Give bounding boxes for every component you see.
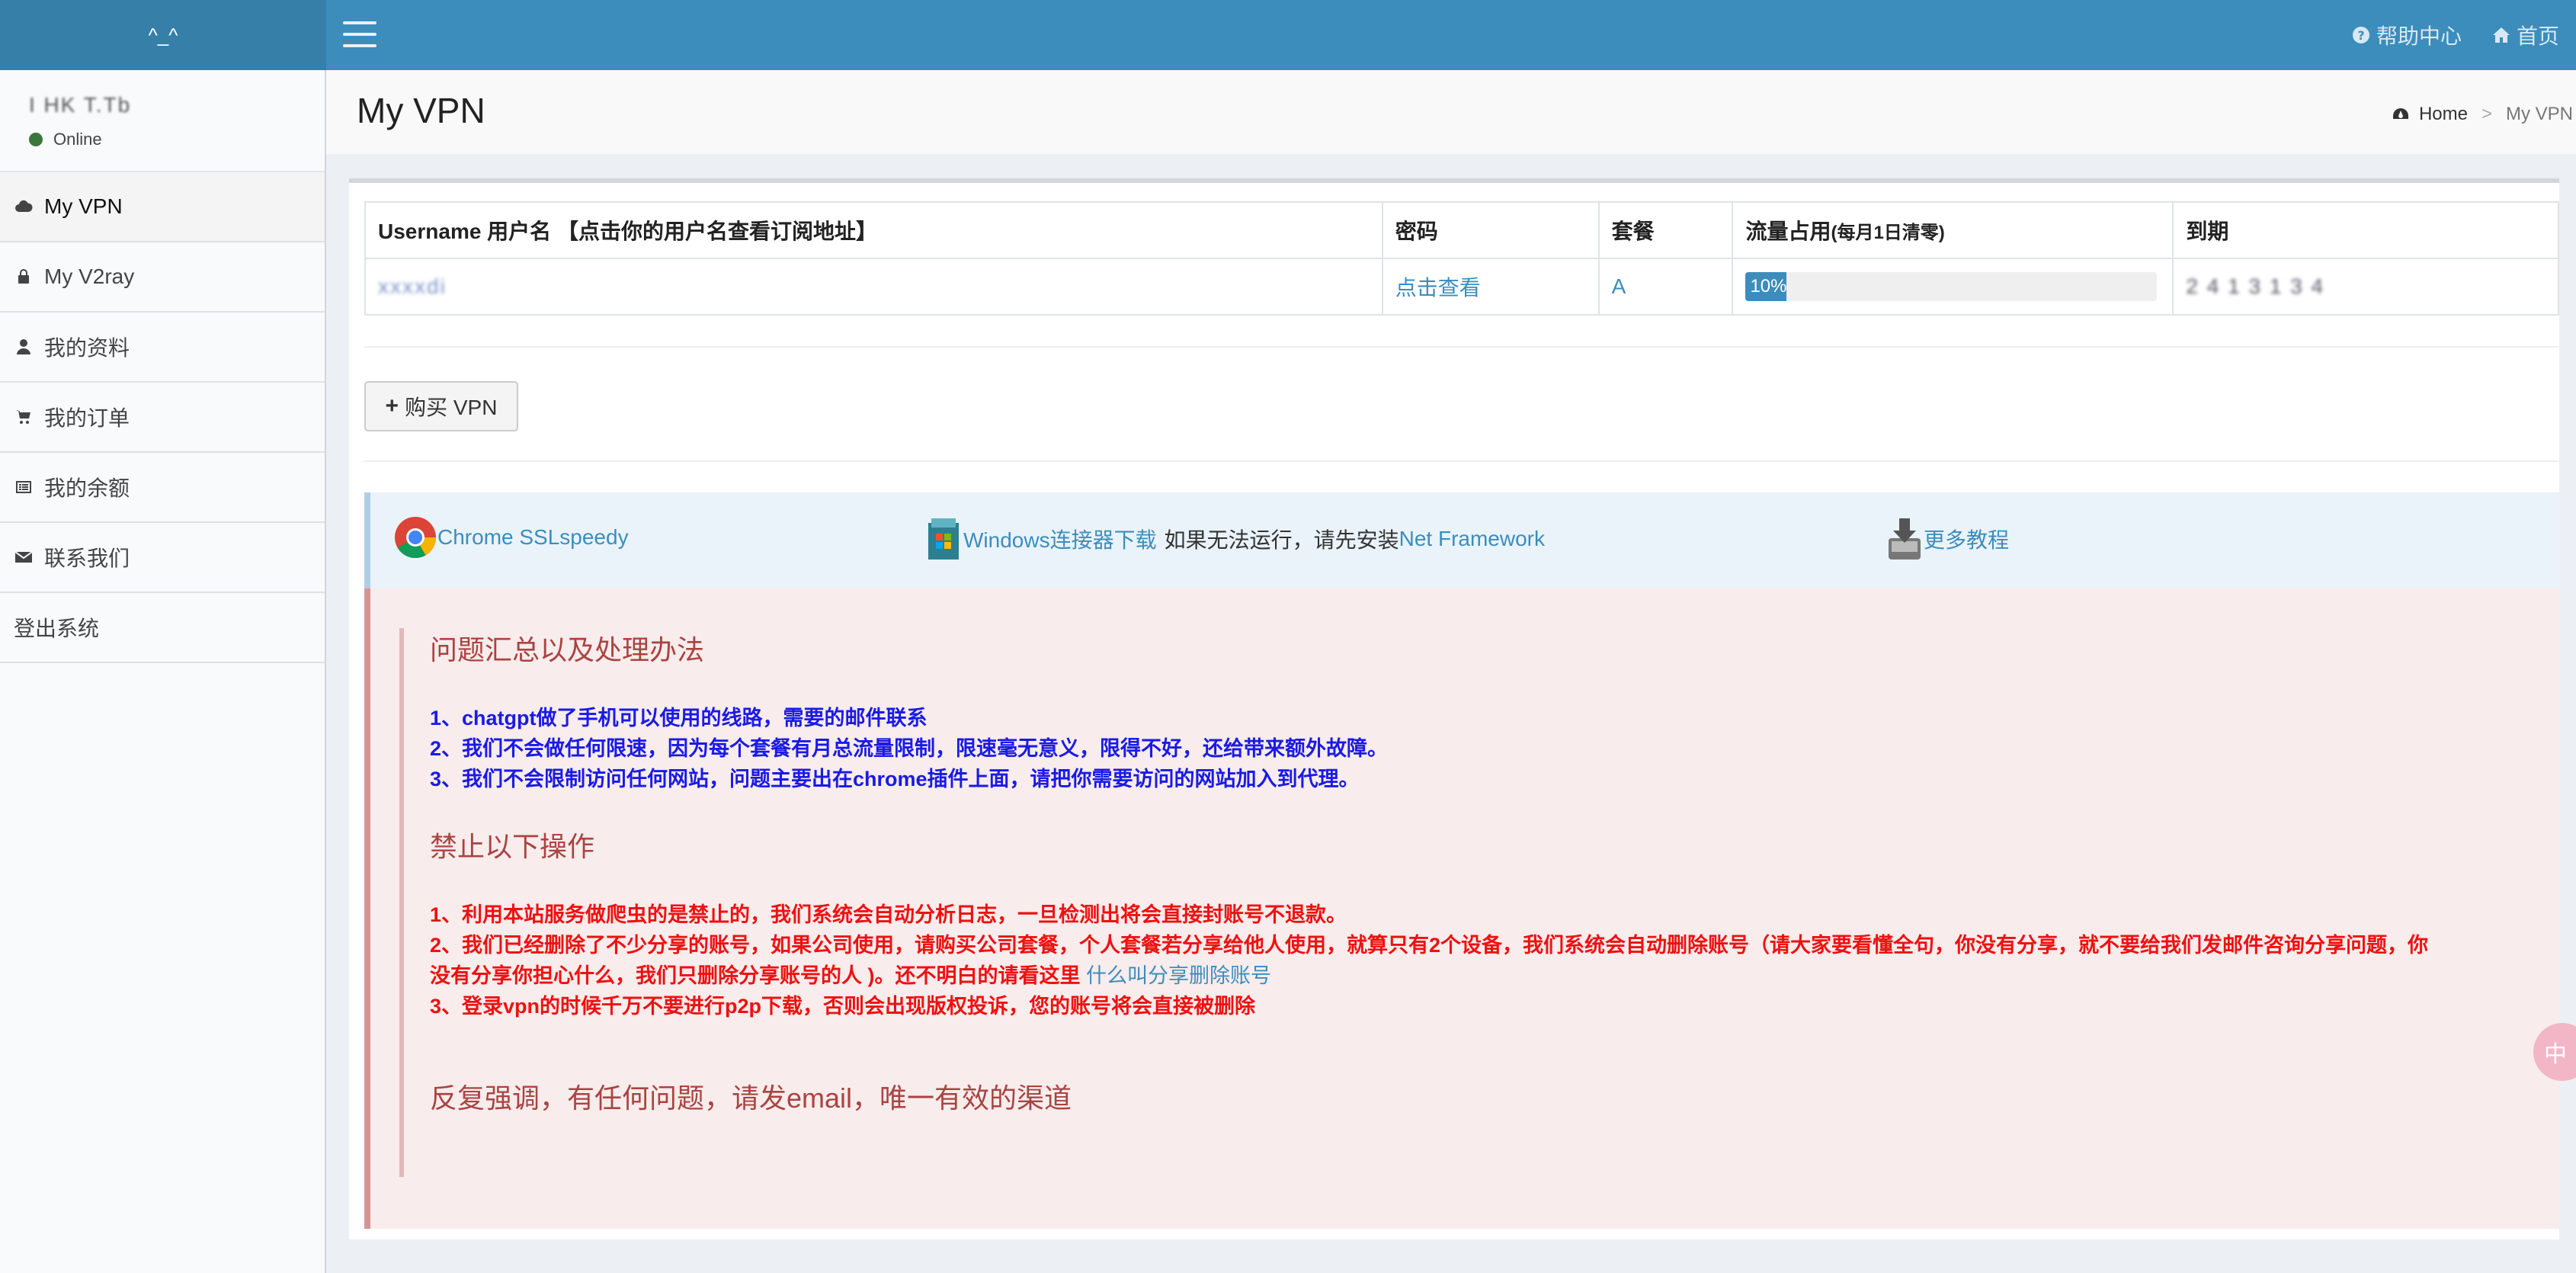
usage-progress-bar: 10%: [1745, 272, 2158, 301]
notice-heading-prohibited: 禁止以下操作: [430, 831, 595, 862]
sidebar-item-label: 我的资料: [44, 336, 130, 360]
sidebar-item-profile[interactable]: 我的资料: [0, 313, 325, 383]
buy-vpn-button[interactable]: + 购买 VPN: [364, 381, 518, 431]
column-header-plan: 套餐: [1597, 201, 1734, 259]
net-framework-link[interactable]: Net Framework: [1399, 527, 1545, 551]
sidebar-item-my-v2ray[interactable]: My V2ray: [0, 242, 325, 313]
sidebar-toggle-icon[interactable]: [343, 21, 376, 47]
home-icon: [2492, 27, 2510, 43]
top-links: ? 帮助中心 首页: [2352, 0, 2559, 70]
vpn-table: Username 用户名 【点击你的用户名查看订阅地址】 密码 套餐 流量占用(…: [364, 201, 2559, 316]
notice-prohibited-line: 1、利用本站服务做爬虫的是禁止的，我们系统会自动分析日志，一旦检测出将会直接封账…: [430, 903, 1347, 926]
chrome-icon: [395, 517, 436, 559]
cloud-icon: [14, 197, 34, 216]
breadcrumb-separator: >: [2481, 104, 2492, 124]
usage-cell: 10%: [1732, 258, 2174, 316]
column-header-username: Username 用户名 【点击你的用户名查看订阅地址】: [364, 201, 1383, 259]
sidebar-item-label: 我的订单: [44, 406, 130, 430]
home-link[interactable]: 首页: [2492, 20, 2559, 50]
usage-header-note: (每月1日清零): [1831, 223, 1945, 243]
svg-text:?: ?: [2357, 28, 2364, 43]
envelope-icon: [14, 547, 34, 567]
plan-link[interactable]: A: [1612, 274, 1626, 298]
notice-prohibited-text: 2、我们已经删除了不少分享的账号，如果公司使用，请购买公司套餐，个人套餐若分享给…: [430, 934, 2429, 987]
windows-package-icon: [928, 518, 959, 560]
windows-download: Windows连接器下载 如果无法运行，请先安装 Net Framework: [925, 515, 1545, 563]
usage-progress-fill: 10%: [1745, 272, 1786, 301]
notice-prohibited-line: 2、我们已经删除了不少分享的账号，如果公司使用，请购买公司套餐，个人套餐若分享给…: [430, 930, 2442, 991]
user-status-label: Online: [53, 130, 102, 149]
cart-icon: [14, 407, 34, 427]
more-tutorials: 更多教程: [1886, 515, 2009, 563]
top-navbar: ? 帮助中心 首页: [326, 0, 2576, 70]
table-row: xxxxdi 点击查看 A 10% 2 4 1 3 1 3 4: [364, 258, 2559, 316]
sidebar-item-label: My VPN: [44, 194, 123, 218]
sidebar-item-contact[interactable]: 联系我们: [0, 523, 325, 593]
column-header-password: 密码: [1381, 201, 1600, 259]
notice-footer: 反复强调，有任何问题，请发email，唯一有效的渠道: [430, 1082, 1072, 1114]
sidebar-item-balance[interactable]: 我的余额: [0, 453, 325, 523]
notice-issue-line: 3、我们不会限制访问任何网站，问题主要出在chrome插件上面，请把你需要访问的…: [430, 768, 1360, 790]
vpn-box: Username 用户名 【点击你的用户名查看订阅地址】 密码 套餐 流量占用(…: [349, 178, 2559, 1239]
more-tutorials-link[interactable]: 更多教程: [1924, 524, 2009, 554]
notice-issue-line: 1、chatgpt做了手机可以使用的线路，需要的邮件联系: [430, 707, 928, 729]
chrome-download: Chrome SSLspeedy: [393, 515, 629, 560]
usage-header-label: 流量占用: [1745, 220, 1831, 243]
help-center-link[interactable]: ? 帮助中心: [2352, 20, 2462, 50]
column-header-usage: 流量占用(每月1日清零): [1732, 201, 2174, 259]
expiry-date: 2 4 1 3 1 3 4: [2186, 274, 2325, 298]
username-cell: xxxxdi: [364, 258, 1383, 316]
breadcrumb: Home > My VPN: [2392, 104, 2573, 125]
notice-callout: 问题汇总以及处理办法 1、chatgpt做了手机可以使用的线路，需要的邮件联系 …: [364, 588, 2559, 1229]
chrome-download-link[interactable]: Chrome SSLspeedy: [437, 525, 629, 550]
downloads-bar: Chrome SSLspeedy Windows连接器下载 如果无法运行，请先安…: [364, 492, 2559, 588]
content-header: My VPN Home > My VPN: [326, 70, 2576, 154]
sidebar-item-label: 联系我们: [44, 547, 130, 570]
dashboard-icon: [2392, 108, 2408, 119]
notice-heading-issues: 问题汇总以及处理办法: [430, 634, 705, 665]
password-cell: 点击查看: [1381, 258, 1600, 316]
breadcrumb-home-link[interactable]: Home: [2419, 104, 2468, 125]
user-panel: I HK T.Tb Online: [0, 70, 325, 172]
logo[interactable]: ^_^: [0, 0, 326, 70]
sidebar-item-label: My V2ray: [44, 265, 135, 288]
sidebar-item-my-vpn[interactable]: My VPN: [0, 172, 325, 242]
sidebar-item-label: 登出系统: [14, 617, 100, 640]
buy-vpn-label: 购买 VPN: [405, 396, 498, 419]
windows-download-note: 如果无法运行，请先安装: [1164, 528, 1399, 552]
expiry-cell: 2 4 1 3 1 3 4: [2172, 258, 2559, 316]
user-status: Online: [29, 130, 296, 149]
column-header-expiry: 到期: [2172, 201, 2559, 259]
plan-cell: A: [1597, 258, 1734, 316]
online-status-icon: [29, 133, 43, 146]
sidebar: I HK T.Tb Online My VPN My V2ray 我的资料 我的…: [0, 70, 326, 1273]
list-icon: [14, 477, 34, 497]
notice-issue-line: 2、我们不会做任何限速，因为每个套餐有月总流量限制，限速毫无意义，限得不好，还给…: [430, 737, 1389, 760]
home-label: 首页: [2516, 24, 2559, 48]
help-center-label: 帮助中心: [2376, 24, 2462, 48]
sidebar-item-label: 我的余额: [44, 476, 130, 500]
notice-prohibited-line: 3、登录vpn的时候千万不要进行p2p下载，否则会出现版权投诉，您的账号将会直接…: [430, 995, 1256, 1018]
user-icon: [14, 337, 34, 357]
floating-badge-label: 中: [2544, 1042, 2567, 1067]
user-name: I HK T.Tb: [29, 93, 132, 117]
divider: [364, 346, 2559, 348]
question-circle-icon: ?: [2352, 27, 2369, 43]
table-header-row: Username 用户名 【点击你的用户名查看订阅地址】 密码 套餐 流量占用(…: [364, 201, 2559, 259]
show-password-link[interactable]: 点击查看: [1395, 276, 1481, 300]
download-tray-icon: [1889, 518, 1921, 560]
share-deletion-info-link[interactable]: 什么叫分享删除账号: [1086, 964, 1271, 987]
lock-icon: [14, 267, 34, 287]
plus-icon: +: [385, 393, 399, 418]
breadcrumb-current: My VPN: [2505, 104, 2573, 124]
sidebar-item-orders[interactable]: 我的订单: [0, 383, 325, 453]
windows-download-link[interactable]: Windows连接器下载: [963, 524, 1157, 554]
notice-content: 问题汇总以及处理办法 1、chatgpt做了手机可以使用的线路，需要的邮件联系 …: [399, 628, 2533, 1177]
logo-text: ^_^: [148, 23, 178, 46]
sidebar-item-logout[interactable]: 登出系统: [0, 593, 325, 663]
divider: [364, 460, 2559, 462]
page-title: My VPN: [357, 91, 485, 130]
username-link[interactable]: xxxxdi: [378, 274, 447, 298]
